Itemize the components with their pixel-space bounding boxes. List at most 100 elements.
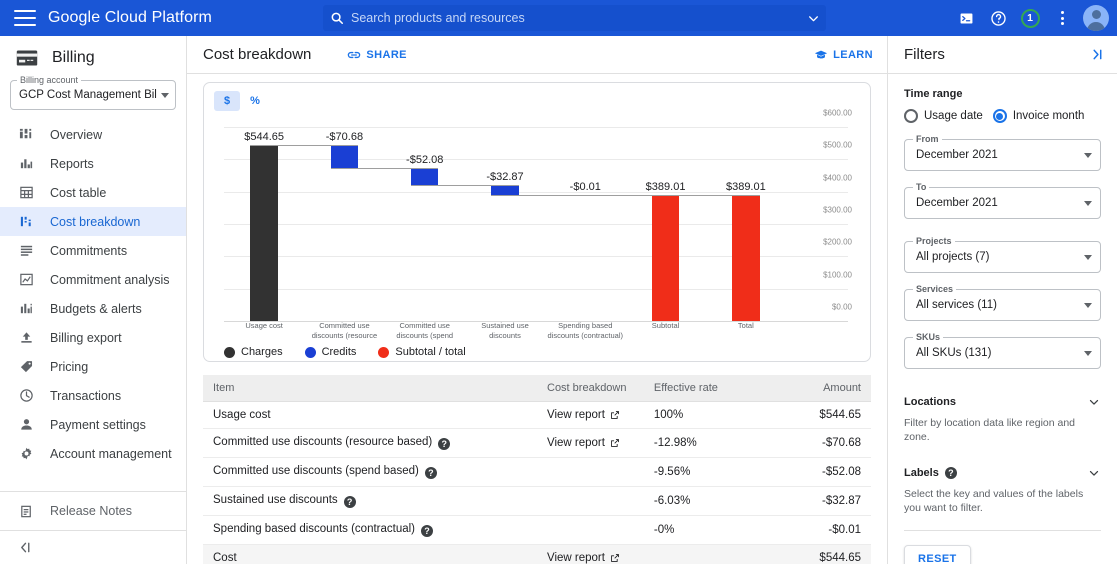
legend-item[interactable]: Charges [224,346,283,358]
projects-select[interactable]: Projects All projects (7) [904,236,1101,273]
budgets-alerts-icon [18,301,34,317]
labels-accordion[interactable]: Labels ? [904,462,1101,480]
chevron-down-icon[interactable] [1084,200,1092,206]
billing-account-selector[interactable]: Billing account GCP Cost Management Bill… [10,75,176,110]
table-row: Committed use discounts (spend based)? -9… [203,457,871,487]
to-legend: To [913,182,930,192]
locations-accordion[interactable]: Locations [904,391,1101,409]
learn-icon [814,48,828,62]
help-icon[interactable]: ? [944,467,957,479]
search-bar[interactable] [323,5,826,31]
view-report-link[interactable]: View report [547,409,620,421]
chart-y-tick: $400.00 [823,173,852,183]
legend-item[interactable]: Subtotal / total [378,346,466,358]
sidebar-item-account-management[interactable]: Account management [0,439,186,468]
sidebar-item-budgets-alerts[interactable]: Budgets & alerts [0,294,186,323]
to-date-select[interactable]: To December 2021 [904,182,1101,219]
chevron-down-icon[interactable] [1087,395,1101,409]
main-scroll-area[interactable]: $ % $544.65 -$70.68 -$52.08 -$32.87 -$0.01 $3… [187,74,887,564]
learn-button[interactable]: LEARN [814,48,873,62]
chart-data-label: $389.01 [725,181,766,194]
chart-bar[interactable] [250,144,278,321]
search-input[interactable] [351,11,800,25]
radio-invoice-month[interactable]: Invoice month [992,109,1084,123]
billing-icon [16,50,38,66]
notifications-badge[interactable]: 1 [1015,3,1045,33]
view-report-link[interactable]: View report [547,552,620,564]
cell-amount: -$52.08 [764,457,871,487]
help-icon[interactable]: ? [424,467,437,479]
services-select[interactable]: Services All services (11) [904,284,1101,321]
sidebar-item-label: Reports [50,156,94,171]
hamburger-icon[interactable] [14,10,36,26]
account-avatar[interactable] [1079,3,1109,33]
pricing-icon [18,359,34,375]
unit-toggle-percent[interactable]: % [242,91,268,111]
chart-bar[interactable] [732,195,760,321]
chart-y-tick: $200.00 [823,237,852,247]
unit-toggle-dollar[interactable]: $ [214,91,240,111]
sidebar-item-label: Payment settings [50,417,146,432]
chevron-down-icon[interactable] [161,92,169,98]
chevron-down-icon[interactable] [1084,152,1092,158]
sidebar-item-label: Commitment analysis [50,272,170,287]
sidebar-item-cost-breakdown[interactable]: Cost breakdown [0,207,186,236]
help-icon[interactable]: ? [421,525,434,537]
chart-gridline [224,127,848,128]
radio-invoice-month-control[interactable] [992,109,1007,123]
help-icon[interactable]: ? [438,438,451,450]
column-header-cost-breakdown: Cost breakdown [537,375,644,402]
cell-amount: -$32.87 [764,486,871,516]
radio-usage-date[interactable]: Usage date [904,109,983,123]
item-label: Committed use discounts (spend based) [213,465,419,477]
labels-label: Labels [904,467,939,479]
filters-collapse-button[interactable] [1089,48,1105,61]
reset-button[interactable]: RESET [904,545,971,564]
cell-amount: $544.65 [764,401,871,429]
cloud-shell-icon[interactable] [951,3,981,33]
chart-bar[interactable] [491,184,519,196]
sidebar-item-transactions[interactable]: Transactions [0,381,186,410]
cell-cost-breakdown: View report [537,544,644,564]
chevron-down-icon[interactable] [1084,254,1092,260]
chart-y-tick: $300.00 [823,205,852,215]
waterfall-chart[interactable]: $544.65 -$70.68 -$52.08 -$32.87 -$0.01 $389.0… [214,109,860,345]
sidebar-item-commitments[interactable]: Commitments [0,236,186,265]
chevron-down-icon[interactable] [1084,302,1092,308]
gear-icon [18,446,34,462]
share-button[interactable]: SHARE [347,48,407,62]
projects-legend: Projects [913,236,955,246]
sidebar-item-release-notes[interactable]: Release Notes [0,492,186,530]
sidebar-item-overview[interactable]: Overview [0,120,186,149]
view-report-link[interactable]: View report [547,437,620,449]
radio-usage-date-control[interactable] [904,109,918,123]
sidebar-item-payment-settings[interactable]: Payment settings [0,410,186,439]
help-icon[interactable]: ? [343,496,356,508]
external-link-icon [610,553,620,563]
reports-icon [18,156,34,172]
sidebar-item-cost-table[interactable]: Cost table [0,178,186,207]
services-value: All services (11) [916,299,997,311]
chevron-down-icon[interactable] [800,12,826,25]
more-options-icon[interactable] [1047,3,1077,33]
time-range-label: Time range [904,88,963,100]
skus-select[interactable]: SKUs All SKUs (131) [904,332,1101,369]
sidebar-collapse-button[interactable] [0,530,186,564]
sidebar-item-billing-export[interactable]: Billing export [0,323,186,352]
chart-bar[interactable] [330,144,359,168]
chevron-down-icon[interactable] [1087,466,1101,480]
sidebar-item-commitment-analysis[interactable]: Commitment analysis [0,265,186,294]
chevron-down-icon[interactable] [1084,350,1092,356]
share-icon [347,48,361,62]
help-icon[interactable] [983,3,1013,33]
payment-settings-icon [18,417,34,433]
sidebar-item-reports[interactable]: Reports [0,149,186,178]
legend-item[interactable]: Credits [304,346,356,358]
sidebar-item-pricing[interactable]: Pricing [0,352,186,381]
brand-title: Google Cloud Platform [48,9,212,26]
chart-bar[interactable] [411,167,439,185]
chart-bar[interactable] [651,195,680,321]
from-date-select[interactable]: From December 2021 [904,134,1101,171]
unit-toggle-group: $ % [214,91,860,111]
external-link-icon [610,410,620,420]
